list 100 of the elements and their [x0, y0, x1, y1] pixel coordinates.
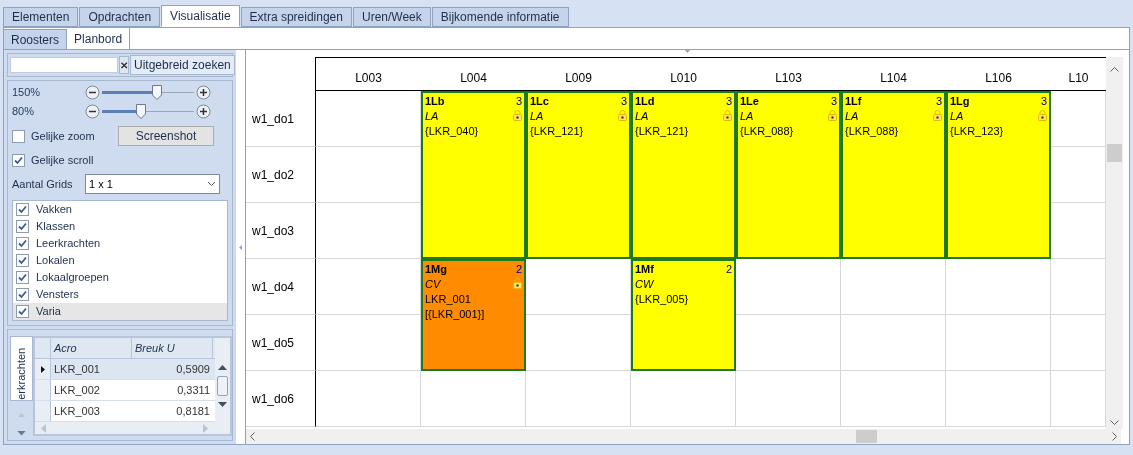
- column-header[interactable]: Breuk U: [135, 339, 175, 357]
- subject-label: LA: [740, 109, 754, 124]
- lesson-block[interactable]: 1Lg 3 LA {LKR_123}: [946, 91, 1051, 259]
- scroll-right-icon[interactable]: [1112, 432, 1117, 441]
- hour-count: 3: [1040, 94, 1047, 109]
- checkbox[interactable]: [12, 129, 25, 143]
- padlock-icon: [723, 110, 732, 121]
- table-row[interactable]: LKR_002 0,3311: [35, 380, 215, 401]
- checkbox[interactable]: [16, 203, 29, 216]
- empty-cell[interactable]: [631, 371, 736, 427]
- lesson-block[interactable]: 1Mf 2 CW {LKR_005}: [631, 259, 736, 371]
- checkbox[interactable]: [16, 237, 29, 250]
- table-row[interactable]: LKR_003 0,8181: [35, 401, 215, 422]
- scroll-thumb[interactable]: [856, 430, 877, 443]
- scroll-down-icon[interactable]: [218, 402, 227, 407]
- table-row[interactable]: LKR_001 0,5909: [35, 359, 215, 380]
- slider-thumb[interactable]: [152, 85, 163, 100]
- layer-item[interactable]: Klassen: [13, 218, 227, 235]
- subject-label: LA: [530, 109, 544, 124]
- lesson-block[interactable]: 1Mg 2 CV LKR_001 [{LKR_001}]: [421, 259, 526, 371]
- clear-button[interactable]: ✕: [119, 56, 129, 74]
- hour-count: 3: [515, 94, 522, 109]
- class-code: 1Mf: [635, 262, 654, 277]
- checkbox[interactable]: [16, 288, 29, 301]
- teacher-label: {LKR_088}: [740, 124, 794, 139]
- checkbox[interactable]: [16, 220, 29, 233]
- teacher-label: {LKR_121}: [530, 124, 584, 139]
- empty-cell[interactable]: [946, 315, 1051, 371]
- column-header[interactable]: Acro: [54, 339, 77, 357]
- empty-cell[interactable]: [316, 203, 421, 259]
- slider-thumb[interactable]: [135, 104, 146, 119]
- horizontal-scrollbar[interactable]: [246, 429, 1121, 444]
- teacher-label: {LKR_121}: [635, 124, 689, 139]
- scroll-thumb[interactable]: [217, 376, 228, 396]
- empty-cell[interactable]: [526, 315, 631, 371]
- layer-item[interactable]: Lokaalgroepen: [13, 269, 227, 286]
- zoom-slider[interactable]: [102, 104, 194, 119]
- table-cell-text: 0,5909: [176, 361, 210, 377]
- lesson-block[interactable]: 1Ld 3 LA {LKR_121}: [631, 91, 736, 259]
- screenshot-button[interactable]: Screenshot: [118, 126, 214, 146]
- layer-item[interactable]: Vakken: [13, 201, 227, 218]
- scroll-down-icon[interactable]: [17, 431, 26, 436]
- side-tab[interactable]: erkrachten: [10, 336, 33, 401]
- padlock-icon: [828, 110, 837, 121]
- layer-item[interactable]: Vensters: [13, 286, 227, 303]
- scroll-down-icon[interactable]: [1110, 420, 1119, 425]
- advanced-search-button[interactable]: Uitgebreid zoeken: [130, 55, 235, 75]
- tab[interactable]: Elementen: [3, 7, 79, 27]
- table-cell-text: LKR_001: [54, 361, 100, 377]
- scroll-left-icon[interactable]: [250, 432, 255, 441]
- empty-cell[interactable]: [736, 259, 841, 315]
- plus-icon[interactable]: [196, 104, 211, 119]
- class-code: 1Lf: [845, 94, 862, 109]
- scroll-up-icon[interactable]: [218, 365, 227, 370]
- lesson-block[interactable]: 1Lc 3 LA {LKR_121}: [526, 91, 631, 259]
- empty-cell[interactable]: [736, 315, 841, 371]
- scroll-thumb[interactable]: [1107, 144, 1122, 162]
- empty-cell[interactable]: [316, 315, 421, 371]
- room-header: L104: [880, 70, 907, 87]
- minus-icon[interactable]: [85, 104, 100, 119]
- field-label: Aantal Grids: [12, 176, 74, 192]
- splitter-arrow-icon[interactable]: [239, 244, 242, 250]
- grid-count-dropdown[interactable]: 1 x 1: [85, 174, 220, 194]
- subject-label: CV: [425, 277, 441, 292]
- subject-label: LA: [635, 109, 649, 124]
- empty-cell[interactable]: [316, 371, 421, 427]
- hour-count: 2: [515, 262, 522, 277]
- time-slot-label: w1_do3: [252, 222, 295, 240]
- empty-cell[interactable]: [316, 147, 421, 203]
- plus-icon[interactable]: [196, 85, 211, 100]
- checkbox[interactable]: [16, 254, 29, 267]
- lesson-block[interactable]: 1Le 3 LA {LKR_088}: [736, 91, 841, 259]
- empty-cell[interactable]: [946, 371, 1051, 427]
- empty-cell[interactable]: [736, 371, 841, 427]
- scroll-up-icon[interactable]: [1110, 67, 1119, 72]
- tab[interactable]: Opdrachten: [79, 7, 161, 27]
- empty-cell[interactable]: [946, 259, 1051, 315]
- empty-cell[interactable]: [841, 315, 946, 371]
- lesson-block[interactable]: 1Lb 3 LA {LKR_040}: [421, 91, 526, 259]
- layer-item[interactable]: Varia: [13, 303, 227, 320]
- tab[interactable]: Uren/Week: [352, 7, 431, 27]
- checkbox[interactable]: [16, 271, 29, 284]
- empty-cell[interactable]: [841, 371, 946, 427]
- tab[interactable]: Extra spreidingen: [240, 7, 352, 27]
- empty-cell[interactable]: [526, 371, 631, 427]
- zoom-slider[interactable]: [102, 85, 194, 100]
- tab[interactable]: Visualisatie: [161, 5, 240, 27]
- minus-icon[interactable]: [85, 85, 100, 100]
- lesson-block[interactable]: 1Lf 3 LA {LKR_088}: [841, 91, 946, 259]
- search-field[interactable]: [10, 57, 118, 73]
- vertical-scrollbar[interactable]: [1106, 57, 1123, 429]
- splitter-arrow-icon[interactable]: [685, 50, 690, 53]
- empty-cell[interactable]: [841, 259, 946, 315]
- tab[interactable]: Bijkomende informatie: [431, 7, 569, 27]
- checkbox[interactable]: [12, 153, 25, 167]
- tab[interactable]: Roosters: [4, 29, 68, 49]
- layer-item[interactable]: Leerkrachten: [13, 235, 227, 252]
- layer-item[interactable]: Lokalen: [13, 252, 227, 269]
- empty-cell[interactable]: [421, 371, 526, 427]
- checkbox[interactable]: [16, 305, 29, 318]
